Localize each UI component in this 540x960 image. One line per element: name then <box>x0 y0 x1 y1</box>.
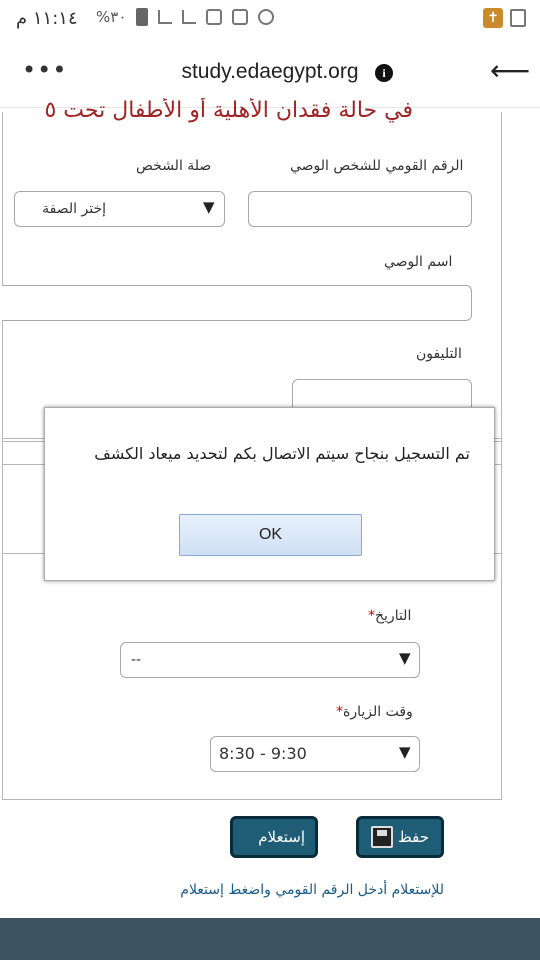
chevron-down-icon: ▼ <box>203 198 215 216</box>
relation-select-value: إختر الصفة <box>42 201 106 217</box>
save-button[interactable]: حفظ <box>356 816 444 858</box>
date-label: التاريخ* <box>362 608 411 624</box>
chevron-down-icon: ▼ <box>399 649 411 667</box>
guardian-id-label: الرقم القومي للشخص الوصي <box>290 158 464 174</box>
query-button-label: إستعلام <box>258 828 305 846</box>
signal-icon <box>158 10 173 24</box>
required-mark: * <box>336 704 343 720</box>
save-button-label: حفظ <box>397 828 429 846</box>
chevron-down-icon: ▼ <box>399 743 411 761</box>
dialog-message: تم التسجيل بنجاح سيتم الاتصال بكم لتحديد… <box>94 444 470 463</box>
info-icon[interactable]: i <box>375 64 393 82</box>
save-icon <box>371 826 393 848</box>
alert-dialog: تم التسجيل بنجاح سيتم الاتصال بكم لتحديد… <box>44 407 495 581</box>
phone-label: التليفون <box>416 346 462 362</box>
query-hint: للإستعلام أدخل الرقم القومي واضغط إستعلا… <box>180 882 444 898</box>
network-icon <box>206 9 223 25</box>
battery-percent: %٣٠ <box>96 8 127 26</box>
app-notification-icon: ✝ <box>483 8 503 28</box>
bottom-bar <box>0 918 540 960</box>
date-label-text: التاريخ <box>375 608 412 624</box>
relation-label: صلة الشخص <box>136 158 212 174</box>
guardian-name-input[interactable] <box>2 285 472 321</box>
screenshot-icon <box>510 9 526 27</box>
back-arrow-icon[interactable]: ⟵ <box>490 54 530 87</box>
visit-time-select-value: 8:30 - 9:30 <box>219 744 307 763</box>
visit-time-select[interactable]: 8:30 - 9:30 ▼ <box>210 736 420 772</box>
status-bar: ١١:١٤ م %٣٠ ✝ <box>0 0 540 38</box>
ok-button[interactable]: OK <box>179 514 362 556</box>
visit-time-label-text: وقت الزيارة <box>343 704 413 720</box>
guardian-id-input[interactable] <box>248 191 472 227</box>
visit-time-label: وقت الزيارة* <box>330 704 413 720</box>
relation-select[interactable]: إختر الصفة ▼ <box>14 191 225 227</box>
alarm-icon <box>258 9 275 25</box>
required-mark: * <box>368 608 375 624</box>
query-button[interactable]: إستعلام <box>230 816 318 858</box>
signal-icon-2 <box>182 10 197 24</box>
date-select-value: -- <box>131 652 142 668</box>
fieldset-legend: في حالة فقدان الأهلية أو الأطفال تحت ٥ <box>44 98 413 123</box>
url-text[interactable]: study.edaegypt.org <box>0 60 540 84</box>
guardian-name-label: اسم الوصي <box>384 254 453 270</box>
date-select[interactable]: -- ▼ <box>120 642 420 678</box>
notification-icon <box>232 9 249 25</box>
status-icons: %٣٠ <box>96 8 275 26</box>
status-time: ١١:١٤ م <box>16 8 78 29</box>
battery-icon <box>136 8 149 26</box>
